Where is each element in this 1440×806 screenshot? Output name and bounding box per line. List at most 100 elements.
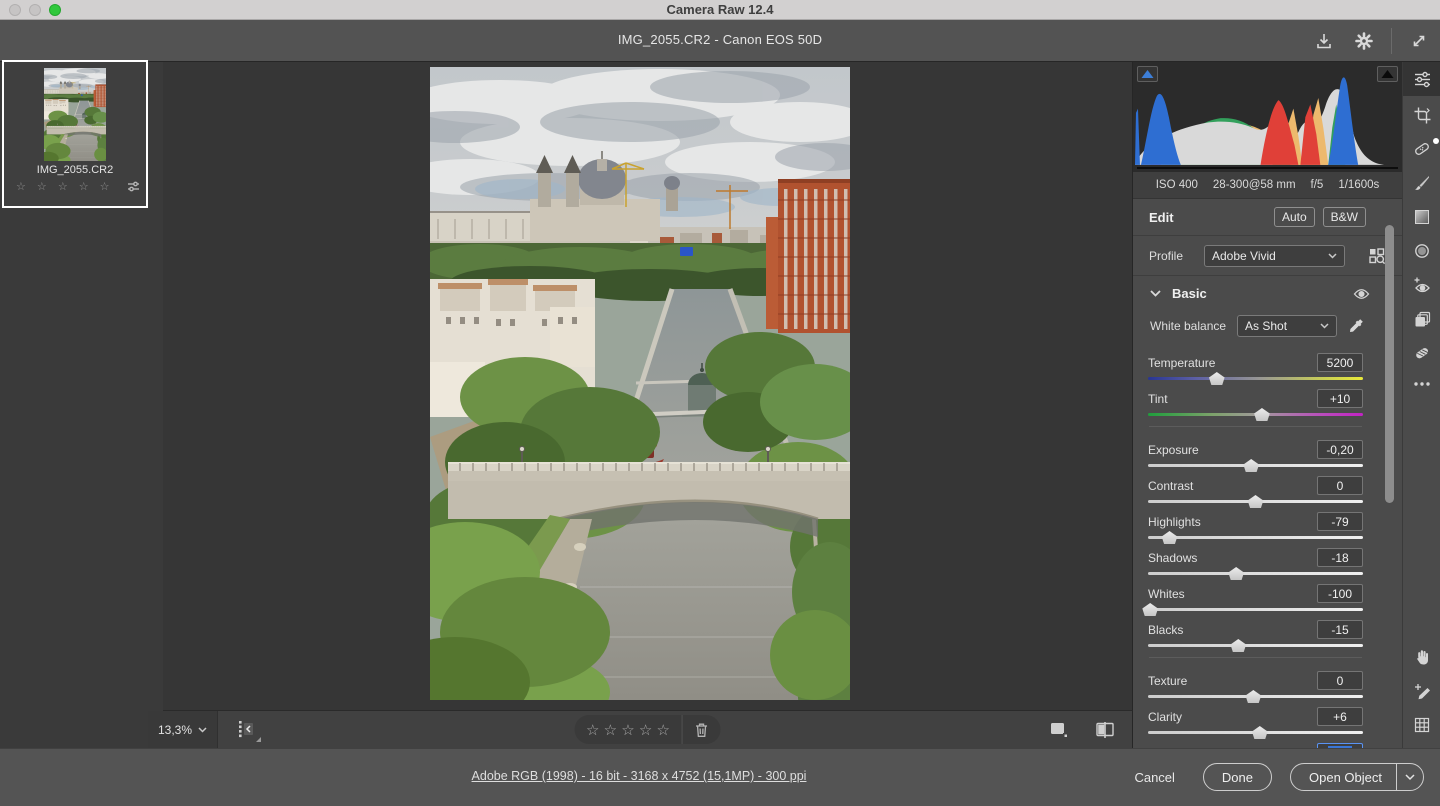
document-title: IMG_2055.CR2 - Canon EOS 50D bbox=[0, 32, 1440, 47]
zoom-level-value: 13,3% bbox=[158, 723, 192, 737]
slider-track-highlights[interactable] bbox=[1148, 536, 1363, 539]
slider-groups: Temperature5200Tint+10Exposure-0,20Contr… bbox=[1133, 341, 1402, 748]
slider-track-clarity[interactable] bbox=[1148, 731, 1363, 734]
chevron-down-icon bbox=[198, 727, 207, 733]
slider-thumb-contrast[interactable] bbox=[1247, 495, 1264, 508]
basic-section-header[interactable]: Basic bbox=[1133, 276, 1402, 311]
cancel-button[interactable]: Cancel bbox=[1124, 765, 1184, 790]
done-button[interactable]: Done bbox=[1203, 763, 1272, 791]
slider-thumb-temperature[interactable] bbox=[1208, 372, 1225, 385]
preview-mode-icon[interactable] bbox=[1046, 717, 1072, 743]
slider-value-texture[interactable]: 0 bbox=[1317, 671, 1363, 690]
crop-rotate-icon[interactable] bbox=[1403, 98, 1440, 132]
tool-strip bbox=[1402, 62, 1440, 748]
slider-label-tint: Tint bbox=[1148, 392, 1168, 406]
open-object-dropdown[interactable] bbox=[1397, 764, 1423, 790]
profile-dropdown[interactable]: Adobe Vivid bbox=[1204, 245, 1345, 267]
slider-track-tint[interactable] bbox=[1148, 413, 1363, 416]
slider-thumb-shadows[interactable] bbox=[1228, 567, 1245, 580]
slider-thumb-highlights[interactable] bbox=[1161, 531, 1178, 544]
bottom-bar: Adobe RGB (1998) - 16 bit - 3168 x 4752 … bbox=[0, 748, 1440, 806]
slider-value-contrast[interactable]: 0 bbox=[1317, 476, 1363, 495]
slider-track-exposure[interactable] bbox=[1148, 464, 1363, 467]
bw-button[interactable]: B&W bbox=[1323, 207, 1366, 227]
trash-icon[interactable] bbox=[683, 722, 709, 738]
slider-thumb-clarity[interactable] bbox=[1251, 726, 1268, 739]
slider-value-blacks[interactable]: -15 bbox=[1317, 620, 1363, 639]
chevron-down-icon bbox=[1320, 323, 1329, 329]
profile-row: Profile Adobe Vivid bbox=[1133, 236, 1402, 276]
histogram-baseline bbox=[1137, 167, 1398, 169]
highlight-clipping-indicator[interactable] bbox=[1377, 66, 1398, 82]
white-balance-row: White balance As Shot bbox=[1133, 311, 1402, 341]
slider-thumb-texture[interactable] bbox=[1245, 690, 1262, 703]
white-balance-value: As Shot bbox=[1245, 319, 1320, 333]
more-tools-icon[interactable] bbox=[1403, 367, 1440, 401]
wb-sampler-icon[interactable] bbox=[1403, 674, 1440, 708]
macos-titlebar: Camera Raw 12.4 bbox=[0, 0, 1440, 20]
thumbnail-rating-stars[interactable]: ☆ ☆ ☆ ☆ ☆ bbox=[16, 180, 114, 193]
slider-thumb-exposure[interactable] bbox=[1243, 459, 1260, 472]
thumbnail-filename: IMG_2055.CR2 bbox=[4, 164, 146, 176]
edit-sliders-icon[interactable] bbox=[1403, 62, 1440, 96]
slider-value-temperature[interactable]: 5200 bbox=[1317, 353, 1363, 372]
radial-filter-icon[interactable] bbox=[1403, 234, 1440, 268]
slider-value-whites[interactable]: -100 bbox=[1317, 584, 1363, 603]
main-photo[interactable] bbox=[430, 67, 850, 700]
histogram[interactable] bbox=[1133, 62, 1402, 172]
slider-track-texture[interactable] bbox=[1148, 695, 1363, 698]
open-object-button[interactable]: Open Object bbox=[1290, 763, 1424, 791]
presets-panels-icon[interactable] bbox=[1403, 302, 1440, 336]
workflow-options-link[interactable]: Adobe RGB (1998) - 16 bit - 3168 x 4752 … bbox=[472, 769, 807, 783]
open-object-label[interactable]: Open Object bbox=[1291, 764, 1396, 790]
hand-tool-icon[interactable] bbox=[1403, 640, 1440, 674]
red-eye-icon[interactable] bbox=[1403, 268, 1440, 302]
slider-thumb-tint[interactable] bbox=[1253, 408, 1270, 421]
gear-icon[interactable] bbox=[1351, 28, 1377, 54]
shadow-clipping-indicator[interactable] bbox=[1137, 66, 1158, 82]
edit-panel: ISO 400 28-300@58 mm f/5 1/1600s Edit Au… bbox=[1133, 62, 1402, 748]
slider-row-shadows: Shadows-18 bbox=[1148, 548, 1363, 575]
slider-row-exposure: Exposure -0,20 bbox=[1148, 440, 1363, 467]
patch-tool-icon[interactable] bbox=[1403, 336, 1440, 370]
slider-thumb-blacks[interactable] bbox=[1230, 639, 1247, 652]
slider-track-blacks[interactable] bbox=[1148, 644, 1363, 647]
exif-iso: ISO 400 bbox=[1156, 179, 1198, 191]
exif-shutter: 1/1600s bbox=[1338, 179, 1379, 191]
white-balance-dropdown[interactable]: As Shot bbox=[1237, 315, 1337, 337]
grid-overlay-icon[interactable] bbox=[1403, 708, 1440, 742]
slider-track-contrast[interactable] bbox=[1148, 500, 1363, 503]
rating-stars[interactable]: ☆ ☆ ☆ ☆ ☆ bbox=[586, 721, 682, 739]
slider-group-divider bbox=[1149, 657, 1362, 658]
profile-browser-icon[interactable] bbox=[1368, 247, 1386, 265]
slider-row-temperature: Temperature5200 bbox=[1148, 353, 1363, 380]
slider-track-whites[interactable] bbox=[1148, 608, 1363, 611]
before-after-split-icon[interactable] bbox=[1092, 717, 1118, 743]
chevron-down-icon[interactable] bbox=[1150, 290, 1161, 297]
slider-value-highlights[interactable]: -79 bbox=[1317, 512, 1363, 531]
slider-value-exposure[interactable]: -0,20 bbox=[1317, 440, 1363, 459]
slider-label-exposure: Exposure bbox=[1148, 443, 1199, 457]
eye-icon[interactable] bbox=[1353, 288, 1370, 300]
slider-row-highlights: Highlights-79 bbox=[1148, 512, 1363, 539]
adjustment-brush-icon[interactable] bbox=[1403, 166, 1440, 200]
slider-track-temperature[interactable] bbox=[1148, 377, 1363, 380]
edit-header: Edit Auto B&W bbox=[1133, 199, 1402, 236]
filmstrip: IMG_2055.CR2 ☆ ☆ ☆ ☆ ☆ bbox=[0, 62, 163, 748]
slider-thumb-whites[interactable] bbox=[1142, 603, 1159, 616]
graduated-filter-icon[interactable] bbox=[1403, 200, 1440, 234]
slider-value-tint[interactable]: +10 bbox=[1317, 389, 1363, 408]
slider-value-shadows[interactable]: -18 bbox=[1317, 548, 1363, 567]
filmstrip-toggle-icon[interactable] bbox=[235, 718, 259, 742]
slider-label-texture: Texture bbox=[1148, 674, 1187, 688]
wb-eyedropper-icon[interactable] bbox=[1348, 318, 1364, 334]
save-download-icon[interactable] bbox=[1311, 28, 1337, 54]
slider-value-clarity[interactable]: +6 bbox=[1317, 707, 1363, 726]
expand-icon[interactable] bbox=[1406, 28, 1432, 54]
slider-track-shadows[interactable] bbox=[1148, 572, 1363, 575]
exif-info: ISO 400 28-300@58 mm f/5 1/1600s bbox=[1133, 172, 1402, 199]
panel-scrollbar[interactable] bbox=[1385, 225, 1394, 503]
zoom-level-dropdown[interactable]: 13,3% bbox=[148, 711, 218, 748]
filmstrip-thumbnail-selected[interactable]: IMG_2055.CR2 ☆ ☆ ☆ ☆ ☆ bbox=[2, 60, 148, 208]
auto-button[interactable]: Auto bbox=[1274, 207, 1315, 227]
